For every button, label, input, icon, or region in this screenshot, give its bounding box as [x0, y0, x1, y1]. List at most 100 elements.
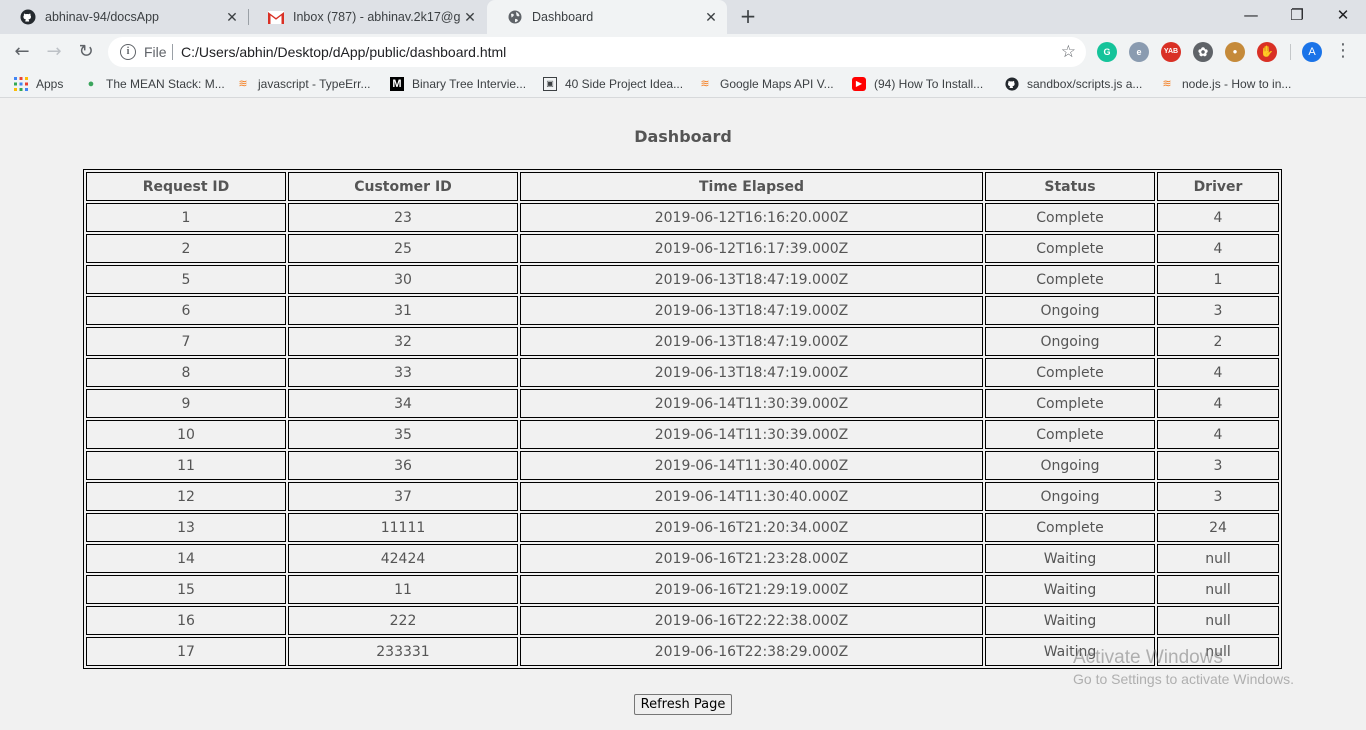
time-elapsed-cell: 2019-06-13T18:47:19.000Z	[520, 358, 983, 387]
bookmark-item[interactable]: ≋ node.js - How to in...	[1160, 75, 1291, 93]
tab-dashboard[interactable]: Dashboard ✕	[487, 0, 727, 34]
globe-icon	[507, 9, 523, 25]
customer-id-cell: 23	[288, 203, 518, 232]
bookmark-label: 40 Side Project Idea...	[565, 77, 684, 91]
driver-cell: null	[1157, 544, 1279, 573]
tab-title: Inbox (787) - abhinav.2k17@gma	[293, 10, 461, 24]
bookmark-item[interactable]: ▣ 40 Side Project Idea...	[543, 75, 683, 93]
close-icon[interactable]: ✕	[703, 9, 719, 25]
request-id-cell: 16	[86, 606, 286, 635]
yab-icon[interactable]: YAB	[1161, 42, 1181, 62]
table-row: 5 30 2019-06-13T18:47:19.000Z Complete 1	[86, 265, 1279, 294]
table-row: 2 25 2019-06-12T16:17:39.000Z Complete 4	[86, 234, 1279, 263]
omnibox-divider	[172, 44, 173, 60]
refresh-page-button[interactable]: Refresh Page	[634, 694, 732, 715]
extension-icon[interactable]: ✋	[1257, 42, 1277, 62]
extension-icon[interactable]: e	[1129, 42, 1149, 62]
scheme-label: File	[144, 44, 167, 60]
time-elapsed-cell: 2019-06-16T21:29:19.000Z	[520, 575, 983, 604]
tab-github[interactable]: abhinav-94/docsApp ✕	[0, 0, 248, 34]
table-row: 13 11111 2019-06-16T21:20:34.000Z Complete 2…	[86, 513, 1279, 542]
extension-icon[interactable]: ✿	[1193, 42, 1213, 62]
request-id-cell: 8	[86, 358, 286, 387]
request-id-cell: 13	[86, 513, 286, 542]
table-row: 1 23 2019-06-12T16:16:20.000Z Complete 4	[86, 203, 1279, 232]
bookmark-label: node.js - How to in...	[1182, 77, 1292, 91]
status-cell: Complete	[985, 389, 1155, 418]
request-id-cell: 1	[86, 203, 286, 232]
minimize-icon[interactable]: —	[1228, 0, 1274, 30]
column-header: Customer ID	[288, 172, 518, 201]
driver-cell: 3	[1157, 451, 1279, 480]
bookmark-label: Binary Tree Intervie...	[412, 77, 527, 91]
bookmark-star-icon[interactable]: ☆	[1061, 42, 1076, 62]
customer-id-cell: 11111	[288, 513, 518, 542]
restore-icon[interactable]: ❐	[1274, 0, 1320, 30]
driver-cell: 3	[1157, 296, 1279, 325]
gmail-icon	[268, 9, 284, 25]
reload-icon[interactable]: ↻	[74, 40, 98, 64]
page-title: Dashboard	[634, 127, 732, 146]
info-icon[interactable]: i	[120, 44, 136, 60]
bookmark-item[interactable]: sandbox/scripts.js a...	[1005, 75, 1142, 93]
youtube-icon: ▶	[852, 77, 866, 91]
driver-cell: 24	[1157, 513, 1279, 542]
bookmark-item[interactable]: M Binary Tree Intervie...	[390, 75, 526, 93]
status-cell: Complete	[985, 420, 1155, 449]
back-icon[interactable]: ←	[10, 40, 34, 64]
watermark-subtitle: Go to Settings to activate Windows.	[1073, 671, 1294, 687]
bookmark-apps[interactable]: Apps	[14, 75, 63, 93]
driver-cell: 4	[1157, 203, 1279, 232]
status-cell: Waiting	[985, 606, 1155, 635]
driver-cell: 4	[1157, 358, 1279, 387]
url-text[interactable]: C:/Users/abhin/Desktop/dApp/public/dashb…	[181, 44, 506, 60]
avatar[interactable]: A	[1302, 42, 1322, 62]
image-icon: ▣	[543, 77, 557, 91]
bookmark-label: Google Maps API V...	[720, 77, 834, 91]
bookmark-item[interactable]: ● The MEAN Stack: M...	[84, 75, 225, 93]
menu-icon[interactable]: ⋮	[1334, 40, 1352, 64]
grammarly-icon[interactable]: G	[1097, 42, 1117, 62]
bookmark-label: The MEAN Stack: M...	[106, 77, 225, 91]
bookmark-label: (94) How To Install...	[874, 77, 984, 91]
tab-title: Dashboard	[532, 10, 594, 24]
driver-cell: null	[1157, 575, 1279, 604]
driver-cell: 4	[1157, 234, 1279, 263]
request-id-cell: 10	[86, 420, 286, 449]
request-id-cell: 14	[86, 544, 286, 573]
forward-icon[interactable]: →	[42, 40, 66, 64]
table-row: 11 36 2019-06-14T11:30:40.000Z Ongoing 3	[86, 451, 1279, 480]
customer-id-cell: 36	[288, 451, 518, 480]
driver-cell: 4	[1157, 420, 1279, 449]
bookmark-item[interactable]: ▶ (94) How To Install...	[852, 75, 983, 93]
github-icon	[20, 9, 36, 25]
time-elapsed-cell: 2019-06-16T21:20:34.000Z	[520, 513, 983, 542]
status-cell: Ongoing	[985, 482, 1155, 511]
tab-title: abhinav-94/docsApp	[45, 10, 159, 24]
close-icon[interactable]: ✕	[224, 9, 240, 25]
customer-id-cell: 32	[288, 327, 518, 356]
customer-id-cell: 30	[288, 265, 518, 294]
tab-gmail[interactable]: Inbox (787) - abhinav.2k17@gma ✕	[248, 0, 486, 34]
close-icon[interactable]: ✕	[462, 9, 478, 25]
time-elapsed-cell: 2019-06-13T18:47:19.000Z	[520, 265, 983, 294]
table-row: 14 42424 2019-06-16T21:23:28.000Z Waiting nu…	[86, 544, 1279, 573]
new-tab-button[interactable]: +	[738, 6, 758, 27]
page-content: Dashboard Request ID Customer ID Time El…	[0, 99, 1366, 730]
table-row: 12 37 2019-06-14T11:30:40.000Z Ongoing 3	[86, 482, 1279, 511]
time-elapsed-cell: 2019-06-13T18:47:19.000Z	[520, 327, 983, 356]
table-row: 9 34 2019-06-14T11:30:39.000Z Complete 4	[86, 389, 1279, 418]
bookmark-item[interactable]: ≋ javascript - TypeErr...	[236, 75, 370, 93]
apps-grid-icon	[14, 77, 28, 91]
close-window-icon[interactable]: ✕	[1320, 0, 1366, 30]
time-elapsed-cell: 2019-06-14T11:30:39.000Z	[520, 389, 983, 418]
customer-id-cell: 222	[288, 606, 518, 635]
table-row: 10 35 2019-06-14T11:30:39.000Z Complete 4	[86, 420, 1279, 449]
address-bar[interactable]: i File C:/Users/abhin/Desktop/dApp/publi…	[108, 37, 1086, 67]
cookie-icon[interactable]: ●	[1225, 42, 1245, 62]
column-header: Time Elapsed	[520, 172, 983, 201]
request-id-cell: 11	[86, 451, 286, 480]
time-elapsed-cell: 2019-06-16T22:38:29.000Z	[520, 637, 983, 666]
driver-cell: 3	[1157, 482, 1279, 511]
bookmark-item[interactable]: ≋ Google Maps API V...	[698, 75, 834, 93]
